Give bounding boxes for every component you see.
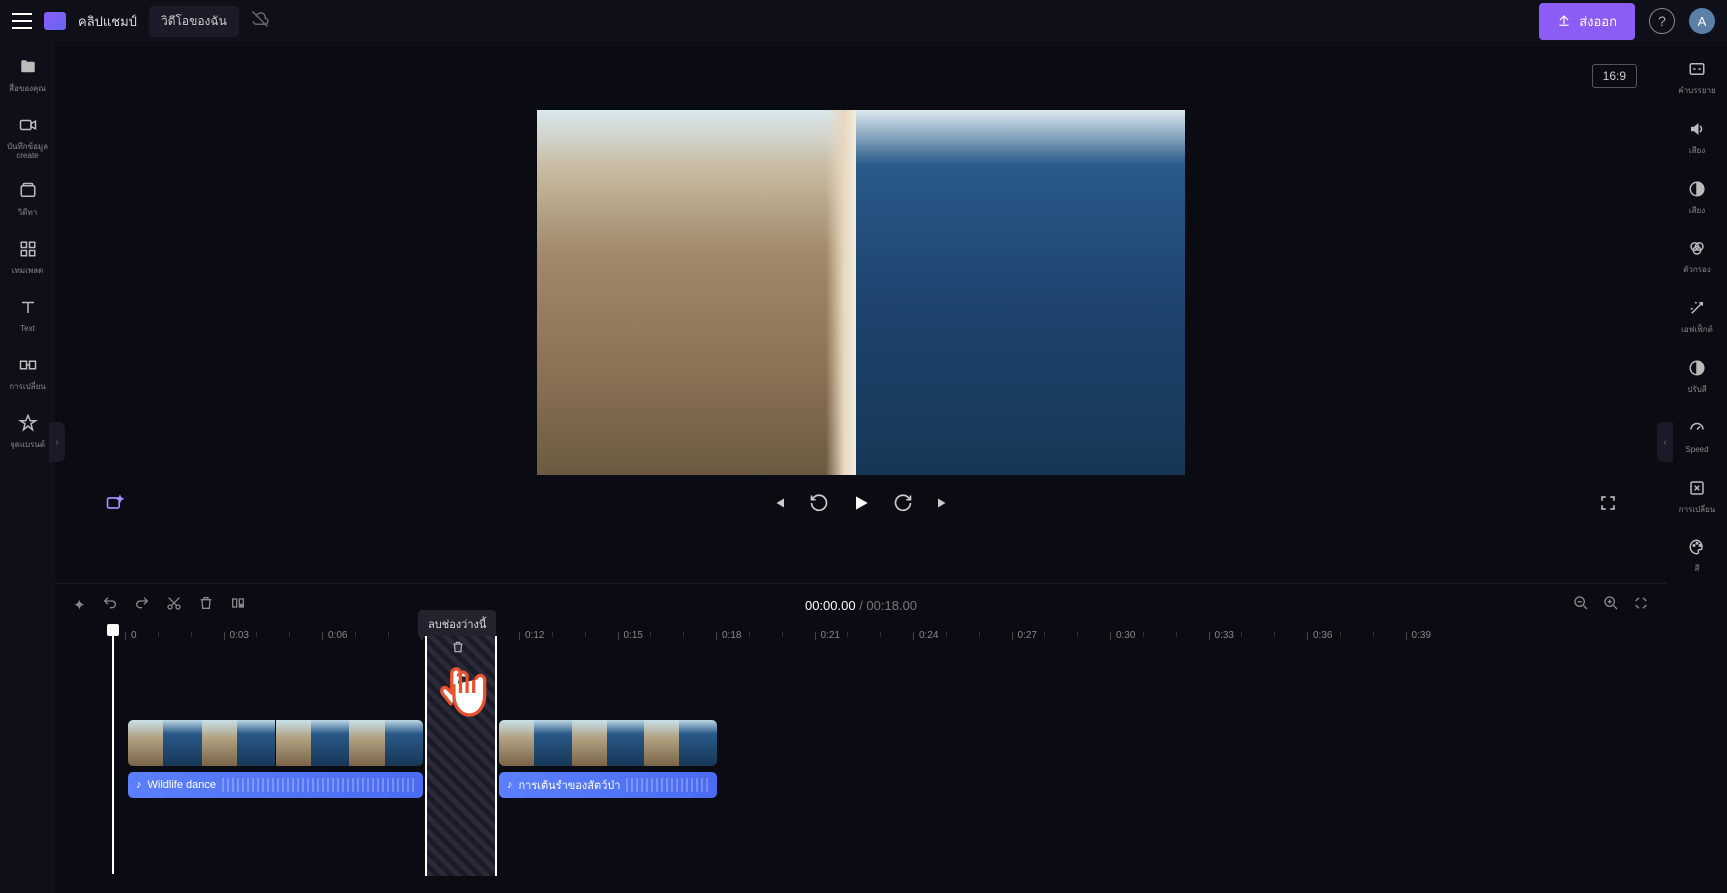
sidebar-templates[interactable]: เทมเพลต bbox=[0, 238, 55, 278]
delete-icon[interactable] bbox=[198, 595, 214, 615]
app-logo-icon bbox=[44, 12, 66, 30]
zoom-fit-icon[interactable] bbox=[1633, 595, 1649, 616]
right-sidebar: คำบรรยาย เสียง เสียง ตัวกรอง เอฟเฟ็กต์ ป… bbox=[1667, 42, 1727, 893]
skip-back-icon[interactable] bbox=[769, 494, 787, 517]
rewind-icon[interactable] bbox=[809, 493, 829, 518]
app-header: คลิปแชมป์ วิดีโอของฉัน ส่งออก ? A bbox=[0, 0, 1727, 42]
ruler-tick: 0:39 bbox=[1412, 630, 1431, 641]
wand-icon bbox=[1687, 299, 1707, 322]
sidebar-transition-right[interactable]: การเปลี่ยน bbox=[1667, 477, 1727, 517]
menu-icon[interactable] bbox=[12, 13, 32, 29]
help-icon[interactable]: ? bbox=[1649, 8, 1675, 34]
palette-icon bbox=[1687, 538, 1707, 561]
cloud-off-icon[interactable] bbox=[251, 10, 269, 33]
ruler-tick: 0:12 bbox=[525, 630, 544, 641]
split-icon[interactable] bbox=[230, 595, 246, 615]
captions-icon bbox=[1687, 60, 1707, 83]
project-tab[interactable]: วิดีโอของฉัน bbox=[149, 6, 239, 37]
crop-icon bbox=[1687, 479, 1707, 502]
music-note-icon: ♪ bbox=[136, 779, 142, 791]
expand-right-icon[interactable]: ‹ bbox=[1657, 422, 1673, 462]
sidebar-color[interactable]: ปรับสี bbox=[1667, 357, 1727, 397]
aspect-ratio-button[interactable]: 16:9 bbox=[1592, 64, 1637, 88]
forward-icon[interactable] bbox=[893, 493, 913, 518]
sidebar-media[interactable]: สื่อของคุณ bbox=[0, 56, 55, 96]
upload-icon bbox=[1557, 13, 1571, 30]
ruler-tick: 0:03 bbox=[230, 630, 249, 641]
speaker-icon bbox=[1687, 120, 1707, 143]
contrast-icon bbox=[1687, 359, 1707, 382]
brand-icon bbox=[18, 414, 38, 437]
gap-tooltip: ลบช่องว่างนี้ bbox=[418, 610, 496, 638]
waveform bbox=[222, 778, 415, 792]
zoom-in-icon[interactable] bbox=[1603, 595, 1619, 616]
text-icon bbox=[18, 298, 38, 321]
ruler-tick: 0:36 bbox=[1313, 630, 1332, 641]
sidebar-brand[interactable]: จุดแบรนด์ bbox=[0, 412, 55, 452]
speedometer-icon bbox=[1687, 419, 1707, 442]
sidebar-fade[interactable]: เสียง bbox=[1667, 178, 1727, 218]
cut-icon[interactable] bbox=[166, 595, 182, 615]
app-title: คลิปแชมป์ bbox=[78, 11, 137, 32]
library-icon bbox=[18, 182, 38, 205]
ruler-tick: 0 bbox=[131, 630, 137, 641]
export-button[interactable]: ส่งออก bbox=[1539, 3, 1635, 40]
timeline-panel: ⌄ ✦ 00:00.00 / 00:18.00 bbox=[55, 583, 1667, 893]
playhead-line bbox=[112, 634, 114, 874]
ruler-tick: 0:30 bbox=[1116, 630, 1135, 641]
left-sidebar: สื่อของคุณ บันทึกข้อมูล create วิดีทา เท… bbox=[0, 42, 55, 893]
ruler-tick: 0:15 bbox=[624, 630, 643, 641]
sidebar-filters[interactable]: ตัวกรอง bbox=[1667, 237, 1727, 277]
redo-icon[interactable] bbox=[134, 595, 150, 615]
trash-icon[interactable] bbox=[451, 640, 465, 657]
folder-icon bbox=[18, 58, 38, 81]
camera-icon bbox=[18, 116, 38, 139]
sidebar-library[interactable]: วิดีทา bbox=[0, 180, 55, 220]
music-note-icon: ♪ bbox=[507, 779, 513, 791]
play-icon[interactable] bbox=[851, 493, 871, 518]
preview-area: 16:9 bbox=[55, 42, 1667, 583]
timeline-ruler[interactable]: 00:030:060:090:120:150:180:210:240:270:3… bbox=[73, 626, 1667, 650]
video-preview[interactable] bbox=[537, 110, 1185, 475]
audio-clip-2[interactable]: ♪ การเต้นรำของสัตว์ป่า bbox=[499, 772, 717, 798]
sidebar-audio[interactable]: เสียง bbox=[1667, 118, 1727, 158]
undo-icon[interactable] bbox=[102, 595, 118, 615]
timeline-body[interactable]: 00:030:060:090:120:150:180:210:240:270:3… bbox=[55, 626, 1667, 893]
sidebar-captions[interactable]: คำบรรยาย bbox=[1667, 58, 1727, 98]
grid-icon bbox=[18, 240, 38, 263]
sidebar-text[interactable]: Text bbox=[0, 296, 55, 336]
sidebar-colors[interactable]: สี bbox=[1667, 536, 1727, 576]
sidebar-effects[interactable]: เอฟเฟ็กต์ bbox=[1667, 297, 1727, 337]
filter-icon bbox=[1687, 239, 1707, 262]
video-clip-1[interactable] bbox=[128, 720, 423, 766]
ruler-tick: 0:24 bbox=[919, 630, 938, 641]
ruler-tick: 0:18 bbox=[722, 630, 741, 641]
video-clip-2[interactable] bbox=[499, 720, 717, 766]
fullscreen-icon[interactable] bbox=[1599, 494, 1617, 517]
audio-clip-1[interactable]: ♪ Wildlife dance bbox=[128, 772, 423, 798]
ruler-tick: 0:33 bbox=[1215, 630, 1234, 641]
sidebar-record[interactable]: บันทึกข้อมูล create bbox=[0, 114, 55, 163]
hand-cursor-icon bbox=[438, 660, 494, 731]
zoom-out-icon[interactable] bbox=[1573, 595, 1589, 616]
transition-icon bbox=[18, 356, 38, 379]
avatar[interactable]: A bbox=[1689, 8, 1715, 34]
ruler-tick: 0:06 bbox=[328, 630, 347, 641]
waveform bbox=[626, 778, 709, 792]
sidebar-speed[interactable]: Speed bbox=[1667, 417, 1727, 457]
fade-icon bbox=[1687, 180, 1707, 203]
export-label: ส่งออก bbox=[1579, 11, 1617, 32]
ruler-tick: 0:21 bbox=[821, 630, 840, 641]
ai-enhance-icon[interactable] bbox=[105, 493, 125, 518]
magic-icon[interactable]: ✦ bbox=[73, 596, 86, 614]
timeline-time: 00:00.00 / 00:18.00 bbox=[805, 598, 917, 613]
sidebar-transitions[interactable]: การเปลี่ยน bbox=[0, 354, 55, 394]
skip-forward-icon[interactable] bbox=[935, 494, 953, 517]
ruler-tick: 0:27 bbox=[1018, 630, 1037, 641]
